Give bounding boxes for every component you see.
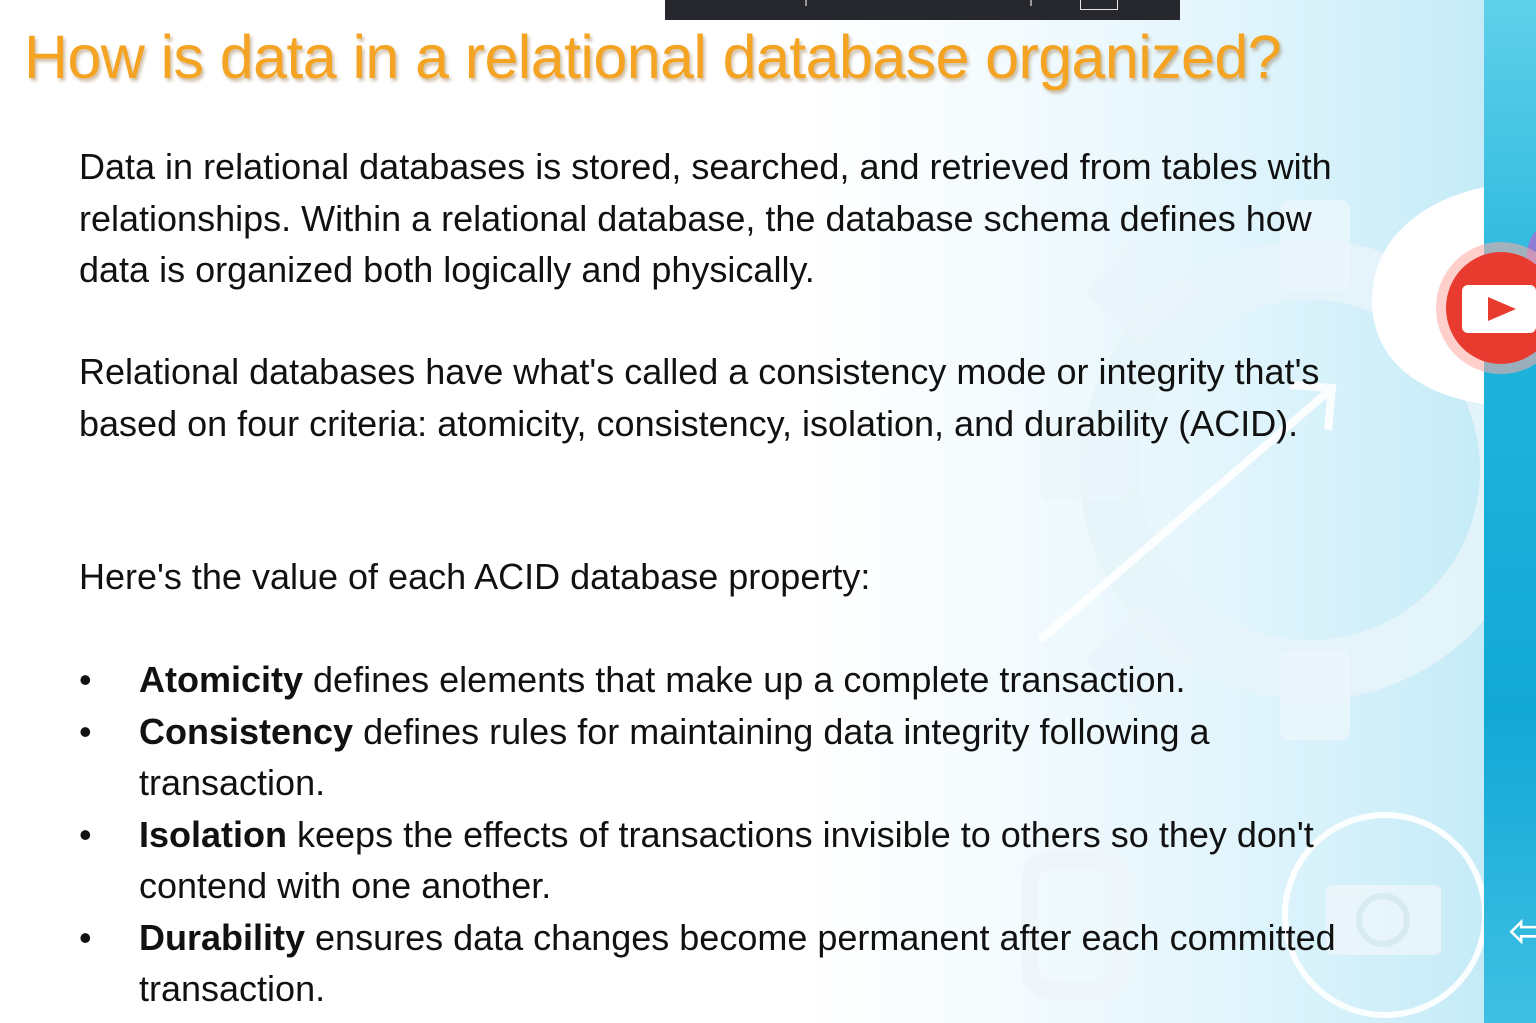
side-accent-stripe (1484, 0, 1536, 1023)
term: Durability (139, 916, 306, 958)
bullet: • (79, 813, 92, 855)
term: Isolation (139, 813, 288, 855)
acid-paragraph: Relational databases have what's called … (79, 351, 1320, 444)
slide: ⇦ How is data in a relational database o… (0, 0, 1536, 1023)
player-control-bar (665, 0, 1180, 20)
term: Atomicity (139, 659, 304, 700)
list-item-atomicity: • Atomicity defines elements that make u… (79, 654, 1379, 706)
bullet: • (79, 916, 92, 958)
acid-lead-in: Here's the value of each ACID database p… (79, 556, 871, 597)
list-item-durability: • Durability ensures data changes become… (79, 912, 1379, 1015)
fullscreen-icon[interactable] (1080, 0, 1118, 10)
intro-paragraph: Data in relational databases is stored, … (79, 146, 1332, 290)
description: keeps the effects of transactions invisi… (139, 813, 1314, 907)
bullet: • (79, 659, 92, 700)
term: Consistency (139, 710, 354, 752)
acid-property-list: • Atomicity defines elements that make u… (79, 654, 1379, 1015)
description: defines elements that make up a complete… (303, 659, 1186, 700)
description: ensures data changes become permanent af… (139, 916, 1336, 1010)
list-item-isolation: • Isolation keeps the effects of transac… (79, 809, 1379, 912)
left-arrow-icon: ⇦ (1508, 901, 1536, 961)
slide-title: How is data in a relational database org… (24, 23, 1282, 91)
bullet: • (79, 710, 92, 752)
list-item-consistency: • Consistency defines rules for maintain… (79, 706, 1379, 809)
